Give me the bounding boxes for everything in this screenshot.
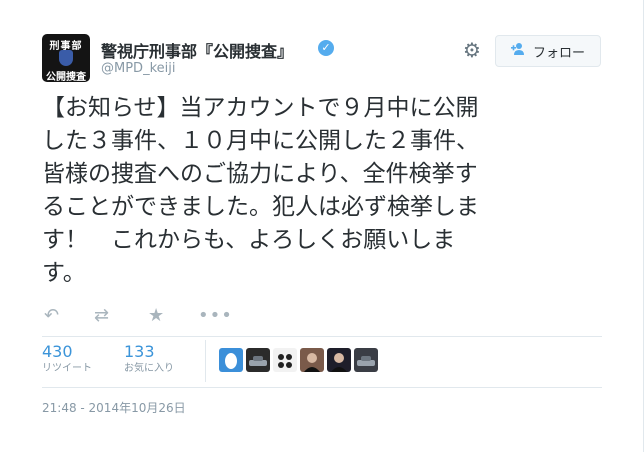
favoriter-avatar[interactable]: [273, 348, 297, 372]
retweet-stat[interactable]: 430 リツイート: [42, 342, 92, 376]
favoriter-avatar[interactable]: [327, 348, 351, 372]
favoriter-avatar[interactable]: [354, 348, 378, 372]
tweet-text: 【お知らせ】当アカウントで９月中に公開 した３事件、１０月中に公開した２事件、 …: [42, 95, 479, 286]
favoriter-avatar[interactable]: [300, 348, 324, 372]
tweet-card: 刑事部 公開捜査 警視庁刑事部『公開捜査』 ✓ @MPD_keiji ⚙ フォロ…: [0, 0, 644, 452]
timestamp[interactable]: 21:48 - 2014年10月26日: [42, 399, 186, 416]
avatar[interactable]: 刑事部 公開捜査: [42, 34, 90, 82]
follow-label: フォロー: [532, 45, 585, 61]
retweet-icon[interactable]: ⇄: [94, 305, 109, 327]
avatar-bottom-text: 公開捜査: [46, 72, 86, 82]
gear-icon[interactable]: ⚙: [463, 40, 481, 60]
user-handle[interactable]: @MPD_keiji: [101, 61, 175, 76]
stats-separator: [205, 340, 206, 382]
divider: [42, 387, 602, 388]
favorite-label: お気に入り: [124, 363, 174, 374]
display-name[interactable]: 警視庁刑事部『公開捜査』: [101, 38, 293, 62]
favorite-icon[interactable]: ★: [148, 305, 164, 327]
divider: [42, 336, 602, 337]
favorite-count: 133: [124, 342, 155, 361]
retweet-label: リツイート: [42, 363, 92, 374]
favoriter-avatars: [219, 348, 378, 372]
favorite-stat[interactable]: 133 お気に入り: [124, 342, 174, 376]
reply-icon[interactable]: ↶: [44, 305, 59, 327]
add-person-icon: [510, 42, 527, 60]
favoriter-avatar[interactable]: [219, 348, 243, 372]
verified-icon: ✓: [318, 40, 334, 56]
more-icon[interactable]: •••: [198, 305, 233, 327]
follow-button[interactable]: フォロー: [495, 35, 601, 67]
retweet-count: 430: [42, 342, 73, 361]
favoriter-avatar[interactable]: [246, 348, 270, 372]
police-badge-icon: [59, 50, 73, 66]
